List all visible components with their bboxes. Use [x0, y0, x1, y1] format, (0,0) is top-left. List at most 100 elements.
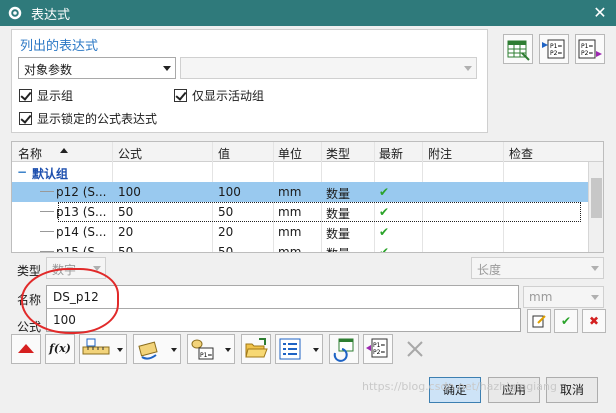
column-header-note[interactable]: 附注 [428, 145, 452, 162]
open-folder-button[interactable] [241, 334, 271, 364]
chevron-down-icon[interactable] [225, 348, 231, 352]
show-groups-checkbox[interactable]: 显示组 [19, 87, 73, 104]
cell-value: 100 [218, 185, 241, 199]
column-header-formula[interactable]: 公式 [118, 145, 142, 162]
dimension-dropdown[interactable]: 长度 [471, 257, 604, 279]
list-button[interactable] [275, 334, 323, 364]
cell-formula: 50 [118, 245, 134, 253]
delete-icon [407, 341, 423, 357]
cell-name: p14 (S... [56, 225, 107, 239]
svg-text:P2=: P2= [550, 50, 562, 57]
function-icon: f(x) [49, 342, 71, 355]
move-up-icon [18, 344, 34, 353]
svg-text:P2=: P2= [373, 349, 385, 356]
svg-text:P1=: P1= [550, 43, 562, 50]
filter-dropdown[interactable]: 对象参数 [18, 57, 176, 79]
function-button[interactable]: f(x) [45, 334, 75, 364]
group-row[interactable]: − 默认组 [12, 162, 589, 182]
close-button[interactable]: ✕ [590, 3, 610, 23]
edit-formula-button[interactable] [527, 309, 551, 333]
active-group-only-checkbox[interactable]: 仅显示活动组 [174, 87, 264, 104]
chevron-down-icon[interactable] [313, 348, 319, 352]
move-up-button[interactable] [11, 334, 41, 364]
column-header-name[interactable]: 名称 [18, 145, 42, 162]
cell-type: 数量 [326, 187, 351, 201]
checkbox-box[interactable] [19, 112, 32, 125]
group-label: 默认组 [32, 167, 69, 181]
cell-unit: mm [278, 185, 302, 199]
dimension-value: 长度 [477, 263, 502, 277]
column-header-type[interactable]: 类型 [326, 145, 350, 162]
reject-button[interactable]: ✖ [582, 309, 606, 333]
window-title: 表达式 [31, 7, 71, 23]
edit-icon [532, 315, 546, 328]
collapse-toggle-icon[interactable]: − [17, 165, 27, 179]
svg-text:P1=: P1= [373, 342, 385, 349]
export-expressions-icon: P1= P2= [578, 39, 602, 59]
cell-value: 50 [218, 245, 234, 253]
sort-ascending-icon [60, 148, 68, 153]
column-header-check[interactable]: 检查 [509, 145, 533, 162]
tree-connector [40, 191, 54, 192]
import-expressions-icon: P1= P2= [542, 39, 565, 59]
cell-value: 20 [218, 225, 234, 239]
filter-value: 对象参数 [24, 63, 73, 77]
unit-dropdown[interactable]: mm [523, 286, 604, 308]
annotation-circle [21, 268, 119, 334]
accept-button[interactable]: ✔ [554, 309, 578, 333]
column-header-unit[interactable]: 单位 [278, 145, 302, 162]
delete-button[interactable] [400, 334, 430, 364]
refresh-button[interactable] [133, 334, 181, 364]
refresh-icon [138, 341, 158, 360]
chevron-down-icon[interactable] [171, 348, 177, 352]
chevron-down-icon [591, 295, 599, 300]
list-icon [279, 338, 301, 360]
cell-value: 50 [218, 205, 234, 219]
chevron-down-icon [163, 66, 171, 71]
table-row[interactable]: p12 (S... 100 100 mm 数量 ✔ [12, 182, 589, 202]
cell-name: p12 (S... [56, 185, 107, 199]
table-scrollbar[interactable] [588, 162, 603, 252]
table-row[interactable]: p13 (S... 50 50 mm 数量 ✔ [12, 202, 589, 222]
tree-connector [40, 211, 54, 212]
scrollbar-thumb[interactable] [591, 178, 602, 218]
column-header-latest[interactable]: 最新 [379, 145, 403, 162]
tree-connector [40, 251, 54, 252]
watermark: https://blog.csdn.net/hazhigingiang [362, 380, 557, 393]
interpart-icon: P1= P2= [366, 338, 388, 358]
gear-icon [8, 6, 22, 20]
export-expressions-button[interactable]: P1= P2= [575, 34, 605, 64]
show-locked-formula-checkbox[interactable]: 显示锁定的公式表达式 [19, 110, 157, 127]
spreadsheet-edit-button[interactable] [503, 34, 533, 64]
table-header: 名称 公式 值 单位 类型 最新 附注 检查 [12, 142, 603, 162]
svg-text:P2=: P2= [581, 50, 593, 57]
interpart-button[interactable]: P1= P2= [363, 334, 393, 364]
section-title: 列出的表达式 [20, 39, 99, 54]
table-row[interactable]: p15 (S... 50 50 mm 数量 ✔ [12, 242, 589, 253]
cell-formula: 50 [118, 205, 134, 219]
checkbox-label: 显示组 [37, 89, 74, 103]
svg-text:P1=: P1= [200, 352, 212, 359]
up-to-date-check-icon: ✔ [379, 225, 390, 239]
chevron-down-icon[interactable] [117, 348, 123, 352]
checkbox-label: 仅显示活动组 [192, 89, 265, 103]
update-button[interactable] [329, 334, 359, 364]
column-header-value[interactable]: 值 [218, 145, 230, 162]
cell-type: 数量 [326, 207, 351, 221]
cell-type: 数量 [326, 245, 350, 252]
checkbox-box[interactable] [174, 89, 187, 102]
cell-unit: mm [278, 245, 302, 253]
cell-unit: mm [278, 205, 302, 219]
link-expression-button[interactable]: P1= [187, 334, 235, 364]
cell-unit: mm [278, 225, 302, 239]
filter-text-dropdown[interactable] [180, 57, 477, 79]
checkbox-box[interactable] [19, 89, 32, 102]
cell-formula: 100 [118, 185, 141, 199]
up-to-date-check-icon: ✔ [379, 185, 390, 199]
svg-text:P1=: P1= [581, 43, 593, 50]
table-row[interactable]: p14 (S... 20 20 mm 数量 ✔ [12, 222, 589, 242]
measure-button[interactable] [79, 334, 127, 364]
expressions-table[interactable]: 名称 公式 值 单位 类型 最新 附注 检查 − 默认组 p12 (S... 1… [11, 141, 604, 253]
import-expressions-button[interactable]: P1= P2= [539, 34, 569, 64]
open-folder-icon [245, 338, 268, 358]
